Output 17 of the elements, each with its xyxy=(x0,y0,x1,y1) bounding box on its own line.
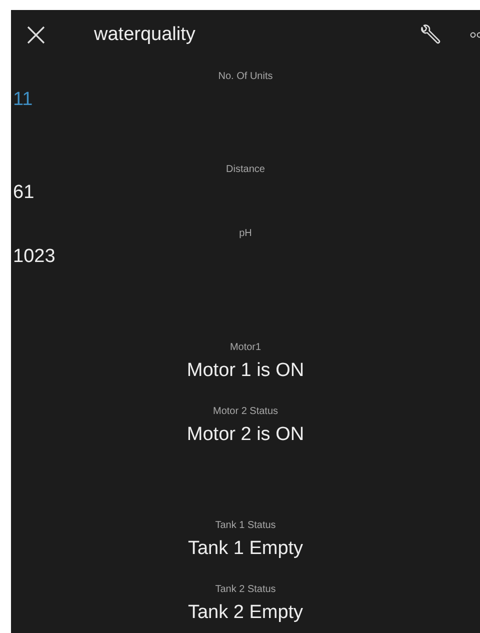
widget-value: 11 xyxy=(13,88,33,112)
dashboard-title: waterquality xyxy=(94,24,196,46)
status-text: Tank 2 Empty xyxy=(188,601,304,625)
status-text: Motor 1 is ON xyxy=(186,359,304,383)
more-icon[interactable] xyxy=(470,31,480,39)
widget-label: pH xyxy=(239,227,252,241)
widget-label: Tank 2 Status xyxy=(215,583,276,597)
status-text: Tank 1 Empty xyxy=(188,537,304,561)
widget-label: Tank 1 Status xyxy=(215,519,276,533)
widget-label: No. Of Units xyxy=(218,70,273,84)
widget-label: Motor 2 Status xyxy=(212,405,278,419)
status-text: Motor 2 is ON xyxy=(186,423,304,447)
close-icon[interactable] xyxy=(26,25,46,45)
widget-label: Motor1 xyxy=(230,341,262,355)
widget-value: 61 xyxy=(13,181,34,205)
widget-value: 1023 xyxy=(13,245,56,269)
widget-label: Distance xyxy=(226,163,265,177)
